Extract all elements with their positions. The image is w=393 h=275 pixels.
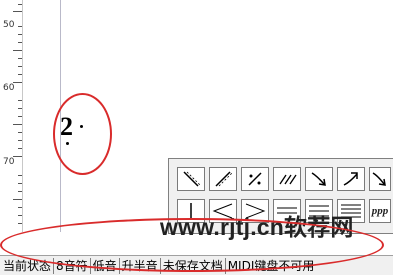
ruler-label-60: 60: [3, 83, 15, 93]
ruler-tick: [13, 124, 22, 125]
ruler-tick: [18, 207, 22, 208]
ruler-tick: [18, 215, 22, 216]
ruler-label-50: 50: [3, 20, 15, 30]
annotation-ellipse: [0, 218, 384, 272]
ruler-tick: [18, 26, 22, 27]
ruler-tick: [18, 116, 22, 117]
ruler-tick: [18, 74, 22, 75]
diagonal-down-icon[interactable]: [177, 167, 205, 191]
vertical-ruler: 50 60 70: [0, 0, 23, 232]
diagonal-up-icon[interactable]: [209, 167, 237, 191]
ruler-tick: [18, 175, 22, 176]
ruler-tick: [18, 34, 22, 35]
ruler-tick: [18, 223, 22, 224]
ruler-tick: [13, 199, 22, 200]
ruler-tick: [18, 100, 22, 101]
arrow-up-right-icon[interactable]: [337, 167, 365, 191]
ruler-tick: [18, 58, 22, 59]
ppp-label: ppp: [371, 205, 389, 217]
ruler-tick: [18, 183, 22, 184]
ruler-tick: [18, 148, 22, 149]
arrow-down-right-icon[interactable]: [305, 167, 333, 191]
ruler-tick: [13, 50, 22, 51]
ruler-tick: [18, 4, 22, 5]
arrow-down-right-icon[interactable]: [369, 167, 391, 191]
annotation-circle: [53, 93, 112, 175]
dynamic-ppp-icon[interactable]: ppp: [369, 199, 391, 223]
ruler-tick: [18, 191, 22, 192]
tremolo-icon[interactable]: [273, 167, 301, 191]
ruler-tick: [18, 66, 22, 67]
ruler-tick: [13, 11, 22, 12]
ruler-tick: [18, 132, 22, 133]
ruler-tick: [18, 42, 22, 43]
ruler-label-70: 70: [3, 157, 15, 167]
ruler-tick: [18, 140, 22, 141]
ruler-tick: [18, 108, 22, 109]
dotted-slash-icon[interactable]: [241, 167, 269, 191]
